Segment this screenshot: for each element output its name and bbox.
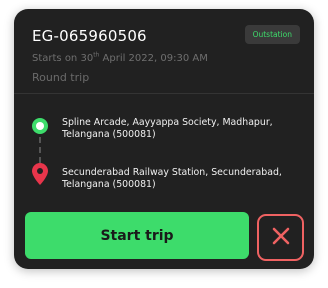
trip-id: EG-065960506 (32, 27, 147, 45)
cancel-trip-button[interactable] (257, 214, 304, 261)
start-date-prefix: Starts on 30 (32, 53, 94, 64)
close-icon (272, 227, 290, 249)
pickup-address: Spline Arcade, Aayyappa Society, Madhapu… (62, 117, 273, 140)
drop-address: Secunderabad Railway Station, Secunderab… (62, 167, 282, 190)
route-section: Spline Arcade, Aayyappa Society, Madhapu… (14, 95, 314, 205)
trip-card: EG-065960506 Outstation Starts on 30th A… (14, 9, 314, 269)
pickup-marker-icon (31, 117, 49, 135)
trip-type: Round trip (32, 71, 90, 84)
start-date-suffix: April 2022, 09:30 AM (99, 53, 208, 64)
trip-category-badge: Outstation (244, 25, 300, 44)
drop-pin-icon (32, 163, 48, 185)
trip-start-time: Starts on 30th April 2022, 09:30 AM (32, 52, 208, 64)
start-trip-button[interactable]: Start trip (25, 212, 249, 259)
route-connector (39, 137, 41, 163)
trip-header: EG-065960506 Outstation Starts on 30th A… (14, 9, 314, 93)
divider (14, 93, 314, 94)
